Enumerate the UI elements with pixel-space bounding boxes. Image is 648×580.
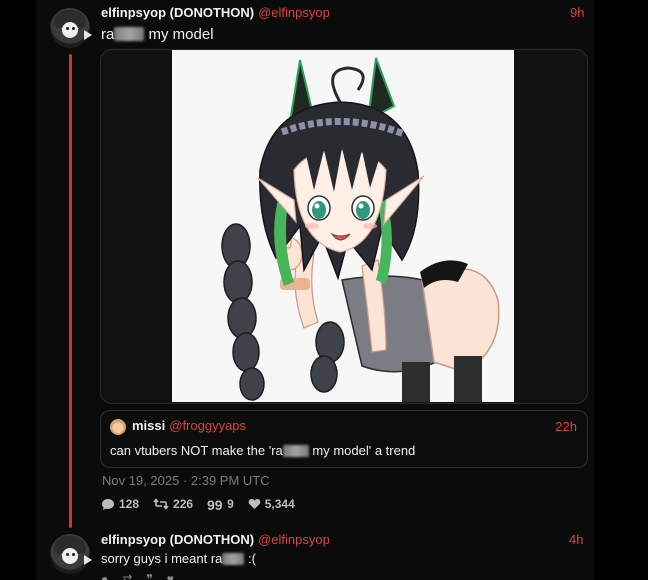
user-handle[interactable]: @elfinpsyop [258, 5, 330, 20]
heart-icon [248, 498, 261, 510]
post-media[interactable] [100, 49, 588, 404]
reply-user-handle[interactable]: @elfinpsyop [258, 532, 330, 547]
repost-count: 226 [173, 497, 194, 511]
post-text: ra my model [101, 26, 214, 43]
svg-text:99: 99 [207, 499, 223, 510]
reply-avatar[interactable] [50, 534, 90, 574]
censored-word [114, 27, 145, 41]
quote-text-end: my model' a trend [308, 443, 416, 458]
quote-icon: 99 [207, 499, 223, 510]
reply-header: elfinpsyop (DONOTHON) @elfinpsyop [101, 532, 330, 547]
quote-icon[interactable]: ❞ [146, 572, 152, 580]
quote-avatar[interactable] [110, 419, 126, 435]
post-text-end: my model [144, 26, 214, 43]
post-text-start: ra [101, 26, 115, 43]
page: elfinpsyop (DONOTHON) @elfinpsyop 9h ra m… [0, 0, 648, 580]
quote-header: missi @froggyyaps [132, 418, 246, 433]
like-count-button[interactable]: 5,344 [248, 497, 295, 511]
post-date[interactable]: Nov 19, 2025 · 2:39 PM UTC [102, 473, 270, 488]
heart-icon[interactable]: ♥ [167, 572, 174, 580]
reply-text-end: :( [244, 551, 256, 566]
avatar[interactable] [50, 8, 90, 48]
quote-display-name[interactable]: missi [132, 418, 165, 433]
like-count: 5,344 [264, 497, 295, 511]
repost-count-button[interactable]: 226 [153, 497, 193, 511]
artwork-image [172, 50, 514, 402]
reply-stats-cutoff: ● ⇄ ❞ ♥ [101, 572, 174, 580]
reply-arrow-icon [84, 30, 92, 40]
quote-text: can vtubers NOT make the 'ra my model' a… [110, 443, 415, 458]
reply-count-button[interactable]: 128 [101, 497, 139, 511]
reply-count: 128 [119, 497, 140, 511]
post-stats: 128 226 99 9 5,344 [101, 496, 295, 512]
quoted-post[interactable]: missi @froggyyaps 22h can vtubers NOT mak… [100, 410, 588, 468]
quote-count-button[interactable]: 99 9 [207, 497, 234, 511]
post-header: elfinpsyop (DONOTHON) @elfinpsyop [101, 5, 330, 20]
post-time[interactable]: 9h [570, 5, 584, 20]
repost-icon[interactable]: ⇄ [122, 572, 132, 580]
quote-user-handle[interactable]: @froggyyaps [169, 418, 246, 433]
reply-text: sorry guys i meant ra :( [101, 551, 256, 566]
thread-line [69, 54, 72, 528]
reply-time[interactable]: 4h [569, 532, 583, 547]
quote-time[interactable]: 22h [555, 419, 577, 434]
reply-arrow-icon [84, 555, 92, 565]
repost-icon [153, 498, 169, 510]
reply-text-start: sorry guys i meant ra [101, 551, 223, 566]
quote-censored-word [282, 445, 309, 457]
quote-text-start: can vtubers NOT make the 'ra [110, 443, 283, 458]
reply-censored-word [222, 553, 245, 565]
comment-icon[interactable]: ● [101, 572, 108, 580]
reply-display-name[interactable]: elfinpsyop (DONOTHON) [101, 532, 254, 547]
display-name[interactable]: elfinpsyop (DONOTHON) [101, 5, 254, 20]
quote-count: 9 [227, 497, 234, 511]
comment-icon [101, 498, 115, 511]
